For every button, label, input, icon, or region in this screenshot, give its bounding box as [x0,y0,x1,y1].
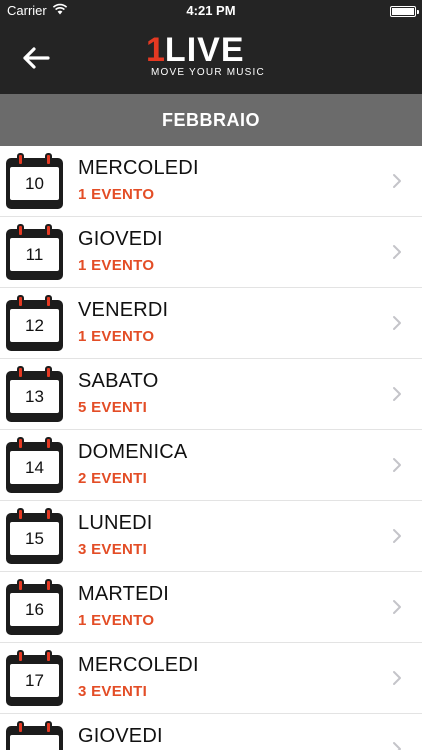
event-count: 1 EVENTO [78,612,155,629]
chevron-right-icon [393,671,401,685]
event-count: 5 EVENTI [78,399,148,416]
event-count: 1 EVENTO [78,186,155,203]
chevron-right-icon [393,529,401,543]
calendar-date: 11 [10,238,59,271]
calendar-icon: 13 [6,366,63,422]
calendar-icon [6,721,63,750]
day-list-item[interactable]: 12 VENERDI 1 EVENTO [0,288,422,359]
calendar-icon: 17 [6,650,63,706]
status-time: 4:21 PM [186,3,236,18]
calendar-date: 16 [10,593,59,626]
logo-live: LIVE [164,31,245,69]
logo-one: 1 [146,31,165,69]
day-name: MARTEDI [78,583,170,605]
day-list-item[interactable]: 15 LUNEDI 3 EVENTI [0,501,422,572]
event-count: 1 EVENTO [78,257,155,274]
calendar-date: 13 [10,380,59,413]
calendar-date [10,735,59,750]
day-name: DOMENICA [78,441,188,463]
app-logo: 1 LIVE MOVE YOUR MUSIC [146,31,278,80]
day-name: GIOVEDI [78,228,163,250]
calendar-icon: 10 [6,153,63,209]
chevron-right-icon [393,458,401,472]
calendar-icon: 14 [6,437,63,493]
calendar-date: 17 [10,664,59,697]
status-bar: Carrier 4:21 PM [0,0,422,22]
day-name: VENERDI [78,299,169,321]
day-name: MERCOLEDI [78,157,199,179]
day-list-item[interactable]: GIOVEDI [0,714,422,750]
chevron-right-icon [393,387,401,401]
day-list-item[interactable]: 10 MERCOLEDI 1 EVENTO [0,146,422,217]
calendar-icon: 11 [6,224,63,280]
chevron-right-icon [393,174,401,188]
chevron-right-icon [393,600,401,614]
chevron-right-icon [393,742,401,750]
day-name: LUNEDI [78,512,153,534]
calendar-date: 15 [10,522,59,555]
day-list-item[interactable]: 16 MARTEDI 1 EVENTO [0,572,422,643]
day-list-item[interactable]: 13 SABATO 5 EVENTI [0,359,422,430]
day-name: GIOVEDI [78,725,163,747]
calendar-date: 10 [10,167,59,200]
day-list-item[interactable]: 11 GIOVEDI 1 EVENTO [0,217,422,288]
event-count: 1 EVENTO [78,328,155,345]
navigation-bar: 1 LIVE MOVE YOUR MUSIC [0,22,422,94]
day-list-item[interactable]: 17 MERCOLEDI 3 EVENTI [0,643,422,714]
day-list-item[interactable]: 14 DOMENICA 2 EVENTI [0,430,422,501]
calendar-icon: 15 [6,508,63,564]
chevron-right-icon [393,316,401,330]
event-count: 3 EVENTI [78,541,148,558]
battery-icon [390,6,419,17]
month-header: FEBBRAIO [0,94,422,146]
calendar-date: 14 [10,451,59,484]
day-list: 10 MERCOLEDI 1 EVENTO 11 GIOVEDI 1 EVENT… [0,146,422,750]
arrow-left-icon [23,47,50,69]
chevron-right-icon [393,245,401,259]
calendar-icon: 12 [6,295,63,351]
day-name: MERCOLEDI [78,654,199,676]
logo-tagline: MOVE YOUR MUSIC [151,67,265,78]
calendar-icon: 16 [6,579,63,635]
calendar-date: 12 [10,309,59,342]
back-button[interactable] [14,38,58,78]
day-name: SABATO [78,370,159,392]
event-count: 2 EVENTI [78,470,148,487]
event-count: 3 EVENTI [78,683,148,700]
